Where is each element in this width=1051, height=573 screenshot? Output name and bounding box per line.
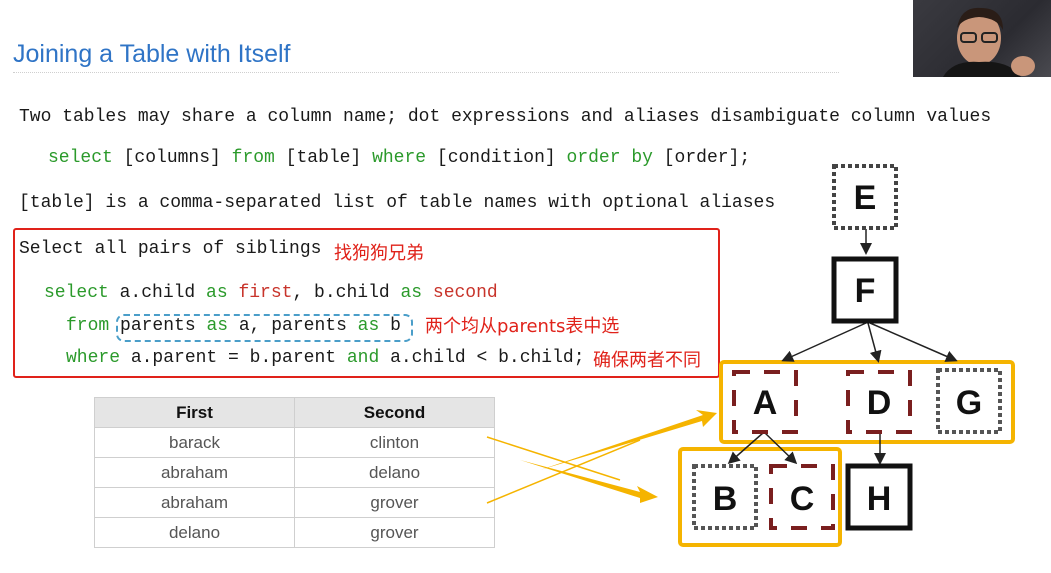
svg-text:F: F [855,272,876,310]
pointer-arrow-to-parents [540,410,717,470]
node-b: B [692,464,758,530]
node-h: H [845,463,913,531]
node-a: A [732,370,798,434]
svg-text:B: B [713,480,738,518]
highlight-children-row [678,447,842,547]
node-c: C [769,464,835,530]
node-e: E [832,164,898,230]
tree-diagram: E F A D G B C H [486,164,1015,547]
svg-text:A: A [753,384,778,422]
edge-f-g [869,322,958,362]
pointer-line-2 [486,439,641,504]
svg-text:H: H [867,480,892,518]
svg-text:E: E [854,179,877,217]
node-g: G [936,368,1002,434]
node-d: D [846,370,912,434]
svg-text:C: C [790,480,815,518]
edge-f-d [867,322,882,363]
svg-text:G: G [956,384,982,422]
node-f: F [831,256,899,324]
svg-text:D: D [867,384,892,422]
edge-f-a [781,322,867,362]
pointer-line-1 [486,436,621,481]
